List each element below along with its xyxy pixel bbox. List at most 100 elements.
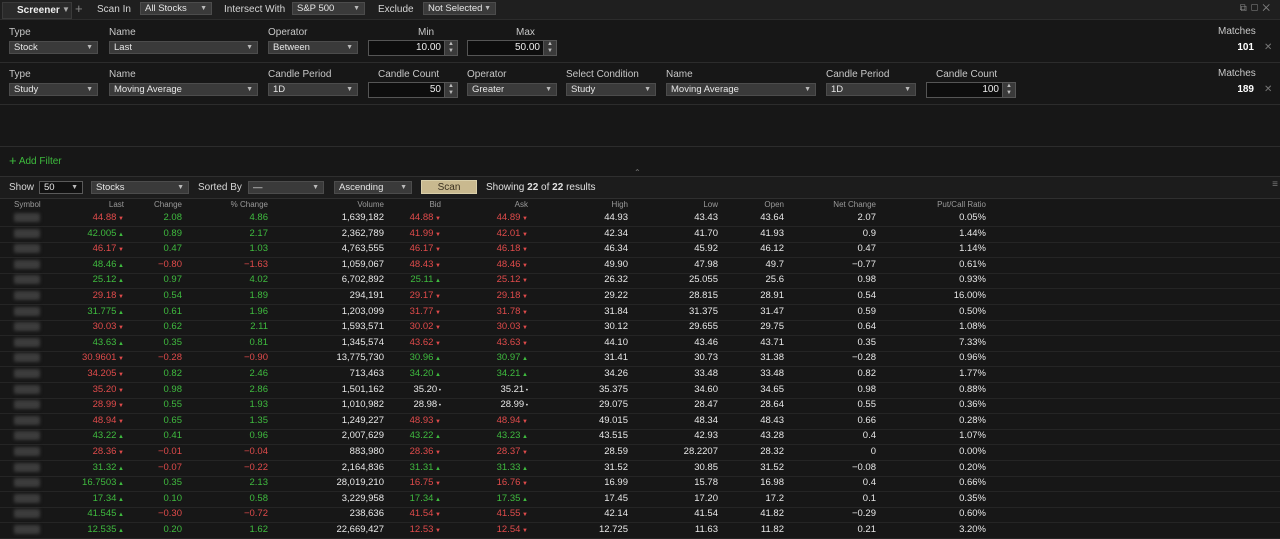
column-header-put-call-ratio[interactable]: Put/Call Ratio: [916, 200, 986, 209]
menu-icon[interactable]: ≡: [1272, 179, 1278, 190]
filter1-operator-dropdown[interactable]: Between ▼: [268, 41, 358, 54]
column-header-high[interactable]: High: [558, 200, 628, 209]
table-row[interactable]: 30.03 ▼ 0.62 2.11 1,593,571 30.02 ▼ 30.03 ▼ 30…: [0, 319, 1280, 337]
cell-bid: 31.77 ▼: [361, 306, 441, 317]
cell--change: 2.13: [188, 477, 269, 488]
table-row[interactable]: 42.005 ▲ 0.89 2.17 2,362,789 41.99 ▼ 42.01 ▼ 4…: [0, 226, 1280, 243]
table-row[interactable]: 30.9601 ▼ −0.28 −0.90 13,775,730 30.96 ▲ 30.9…: [0, 350, 1280, 368]
filter2-candle-count-input[interactable]: 50 ▲ ▼: [368, 82, 458, 98]
cell-value: 0.55: [163, 399, 183, 411]
table-row[interactable]: 31.32 ▲ −0.07 −0.22 2,164,836 31.31 ▲ 31.33 ▲…: [0, 460, 1280, 477]
table-row[interactable]: 28.99 ▼ 0.55 1.93 1,010,982 28.98 • 28.99 • 29…: [0, 397, 1280, 415]
filter1-name-dropdown[interactable]: Last ▼: [109, 41, 258, 54]
stepper-icon[interactable]: ▲ ▼: [543, 41, 556, 55]
cell-open: 25.6: [704, 274, 785, 285]
table-row[interactable]: 34.205 ▼ 0.82 2.46 713,463 34.20 ▲ 34.21 ▲ 34.…: [0, 366, 1280, 383]
cell-put-call-ratio: 0.88%: [906, 384, 986, 395]
table-row[interactable]: 35.20 ▼ 0.98 2.86 1,501,162 35.20 • 35.21 • 35…: [0, 382, 1280, 399]
tick-up-icon: ▲: [520, 356, 528, 363]
list-type-dropdown[interactable]: Stocks ▼: [91, 181, 189, 194]
filter2-name2-dropdown[interactable]: Moving Average ▼: [666, 83, 816, 96]
table-row[interactable]: 25.12 ▲ 0.97 4.02 6,702,892 25.11 ▲ 25.12 ▼ 26…: [0, 272, 1280, 290]
table-row[interactable]: 43.63 ▲ 0.35 0.81 1,345,574 43.62 ▼ 43.63 ▼ 44…: [0, 335, 1280, 352]
filter2-type-dropdown[interactable]: Study ▼: [9, 83, 98, 96]
table-row[interactable]: 48.94 ▼ 0.65 1.35 1,249,227 48.93 ▼ 48.94 ▼ 49…: [0, 413, 1280, 430]
table-row[interactable]: 12.535 ▲ 0.20 1.62 22,669,427 12.53 ▼ 12.54 ▼…: [0, 522, 1280, 539]
cell-value: 0.35: [163, 477, 183, 489]
filter2-select-condition-dropdown[interactable]: Study ▼: [566, 83, 656, 96]
column-header-bid[interactable]: Bid: [371, 200, 441, 209]
column-header-low[interactable]: Low: [648, 200, 718, 209]
table-row[interactable]: 31.775 ▲ 0.61 1.96 1,203,099 31.77 ▼ 31.78 ▼ 3…: [0, 304, 1280, 321]
cell-open: 11.82: [704, 524, 784, 535]
filter2-candle-period-value: 1D: [273, 84, 286, 95]
column-header-net-change[interactable]: Net Change: [806, 200, 876, 209]
cell-high: 34.26: [548, 368, 628, 379]
show-count-dropdown[interactable]: 50 ▼: [39, 181, 83, 194]
screener-tab[interactable]: Screener ▼: [2, 2, 72, 19]
cell-value: 0.88%: [959, 383, 986, 395]
intersect-dropdown[interactable]: S&P 500 ▼: [292, 2, 365, 15]
cell-ask: 17.35 ▲: [448, 493, 528, 504]
cell-value: 42.34: [604, 227, 628, 239]
column-header--change[interactable]: % Change: [198, 200, 268, 209]
table-row[interactable]: 41.545 ▲ −0.30 −0.72 238,636 41.54 ▼ 41.55 ▼ 4…: [0, 506, 1280, 524]
remove-filter2-icon[interactable]: ✕: [1264, 84, 1272, 95]
sort-field-dropdown[interactable]: — ▼: [248, 181, 324, 194]
exclude-dropdown[interactable]: Not Selected ▼: [423, 2, 496, 15]
add-tab-icon[interactable]: +: [75, 1, 83, 16]
stepper-icon[interactable]: ▲ ▼: [444, 41, 457, 55]
scan-button[interactable]: Scan: [421, 180, 477, 194]
table-row[interactable]: 16.7503 ▲ 0.35 2.13 28,019,210 16.75 ▼ 16.76 …: [0, 475, 1280, 493]
stepper-icon[interactable]: ▲ ▼: [1002, 83, 1015, 97]
cell-value: 48.94: [496, 414, 521, 426]
cell-ask: 28.37 ▼: [448, 446, 528, 457]
filter1-min-input[interactable]: 10.00 ▲ ▼: [368, 40, 458, 56]
table-row[interactable]: 46.17 ▼ 0.47 1.03 4,763,555 46.17 ▼ 46.18 ▼ 46…: [0, 241, 1280, 259]
sort-order-dropdown[interactable]: Ascending ▼: [334, 181, 412, 194]
cell-value: 4.02: [249, 274, 269, 286]
intersect-value: S&P 500: [297, 3, 335, 14]
chevron-down-icon[interactable]: ▼: [62, 5, 70, 14]
cell-value: 44.10: [604, 336, 628, 348]
filter2-operator-dropdown[interactable]: Greater ▼: [467, 83, 557, 96]
cell-value: 35.21: [500, 383, 525, 395]
filter1-max-input[interactable]: 50.00 ▲ ▼: [467, 40, 557, 56]
table-row[interactable]: 44.88 ▼ 2.08 4.86 1,639,182 44.88 ▼ 44.89 ▼ 44…: [0, 210, 1280, 227]
cell-net-change: −0.28: [796, 352, 876, 363]
filter2-candle-count2-input[interactable]: 100 ▲ ▼: [926, 82, 1016, 98]
cell-value: 12.54: [496, 524, 521, 535]
cell-change: 0.10: [102, 493, 183, 504]
add-filter-button[interactable]: + Add Filter: [9, 152, 62, 168]
filter2-name-dropdown[interactable]: Moving Average ▼: [109, 83, 258, 96]
filter2-candle-period2-value: 1D: [831, 84, 844, 95]
filter2-candle-period-dropdown[interactable]: 1D ▼: [268, 83, 358, 96]
cell-value: 16.00%: [953, 290, 986, 301]
tick-down-icon: ▼: [520, 309, 528, 316]
table-row[interactable]: 29.18 ▼ 0.54 1.89 294,191 29.17 ▼ 29.18 ▼ 29.2…: [0, 288, 1280, 305]
scan-in-dropdown[interactable]: All Stocks ▼: [140, 2, 212, 15]
cell-open: 28.91: [704, 290, 784, 301]
column-header-change[interactable]: Change: [112, 200, 182, 209]
filter1-type-dropdown[interactable]: Stock ▼: [9, 41, 98, 54]
filter2-candle-count-value: 50: [429, 84, 441, 95]
tick-up-icon: ▲: [520, 372, 528, 378]
table-row[interactable]: 43.22 ▲ 0.41 0.96 2,007,629 43.22 ▲ 43.23 ▲ 43…: [0, 428, 1280, 446]
table-row[interactable]: 48.46 ▲ −0.80 −1.63 1,059,067 48.43 ▼ 48.46 ▼…: [0, 257, 1280, 274]
stepper-icon[interactable]: ▲ ▼: [444, 83, 457, 97]
tick-down-icon: ▼: [433, 325, 441, 332]
plus-icon: +: [9, 153, 17, 168]
filter2-candle-period2-dropdown[interactable]: 1D ▼: [826, 83, 916, 96]
cell-value: −0.90: [243, 352, 268, 364]
column-header-symbol[interactable]: Symbol: [14, 200, 41, 209]
table-row[interactable]: 28.36 ▼ −0.01 −0.04 883,980 28.36 ▼ 28.37 ▼ 28…: [0, 444, 1280, 461]
cell-value: 44.89: [496, 212, 521, 223]
tick-down-icon: ▼: [520, 418, 528, 425]
column-header-open[interactable]: Open: [714, 200, 784, 209]
column-header-ask[interactable]: Ask: [458, 200, 528, 209]
cell--change: 1.89: [188, 290, 269, 301]
table-row[interactable]: 17.34 ▲ 0.10 0.58 3,229,958 17.34 ▲ 17.35 ▲ 17…: [0, 491, 1280, 508]
remove-filter1-icon[interactable]: ✕: [1264, 42, 1272, 53]
cell-change: 0.54: [102, 290, 183, 301]
window-controls[interactable]: ⧉▢✕: [1240, 3, 1274, 14]
